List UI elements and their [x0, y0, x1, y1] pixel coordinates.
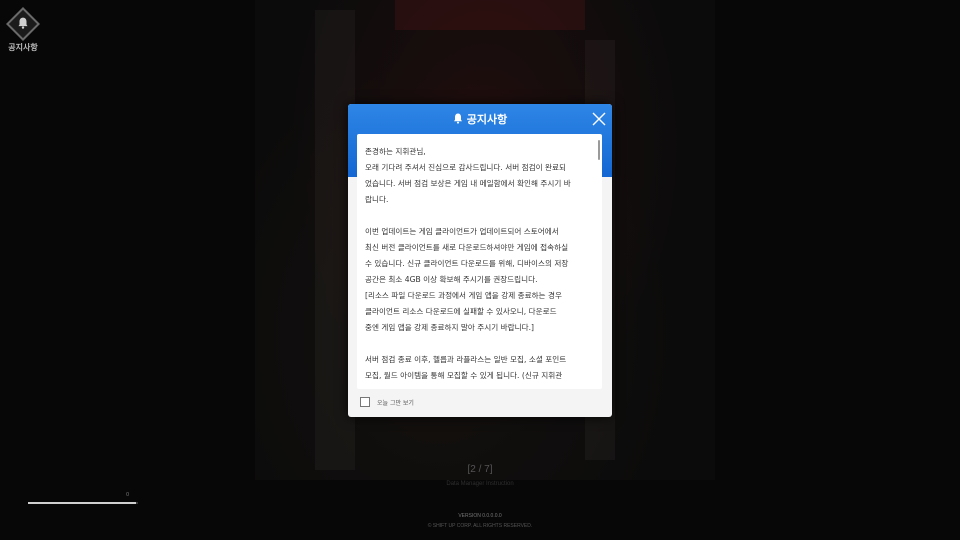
notice-text: 존경하는 지휘관님, 오래 기다려 주셔서 진심으로 감사드립니다. 서버 점검이… [365, 144, 593, 386]
notice-line: 중엔 게임 앱을 강제 종료하지 말아 주시기 바랍니다.] [365, 323, 534, 332]
dialog-title: 공지사항 [348, 104, 612, 133]
notice-line: 수 있습니다. 신규 클라이언트 다운로드를 위해, 디바이스의 저장 [365, 259, 569, 268]
notice-shortcut-label: 공지사항 [8, 43, 38, 52]
dont-show-today-checkbox[interactable] [360, 397, 370, 407]
notice-line: 오래 기다려 주셔서 진심으로 감사드립니다. 서버 점검이 완료되 [365, 163, 566, 172]
page-indicator: [2 / 7] [467, 464, 493, 475]
copyright-text: © SHIFT UP CORP. ALL RIGHTS RESERVED. [427, 523, 533, 529]
notice-line: 이번 업데이트는 게임 클라이언트가 업데이트되어 스토어에서 [365, 227, 559, 236]
notice-line: 최신 버전 클라이언트를 새로 다운로드하셔야만 게임에 접속하실 [365, 243, 569, 252]
loading-progress-value: 0 [126, 492, 130, 498]
loading-progress-bar [28, 502, 138, 504]
notice-content[interactable]: 존경하는 지휘관님, 오래 기다려 주셔서 진심으로 감사드립니다. 서버 점검이… [357, 134, 602, 389]
bell-icon [6, 7, 40, 41]
page-subtitle: Data Manager Instruction [446, 481, 514, 487]
notice-line: 랍니다. [365, 195, 389, 204]
notice-line: 었습니다. 서버 점검 보상은 게임 내 메일함에서 확인해 주시기 바 [365, 179, 571, 188]
notice-line: 클라이언트 리소스 다운로드에 실패할 수 있사오니, 다운로드 [365, 307, 557, 316]
notice-line: 존경하는 지휘관님, [365, 147, 426, 156]
notice-line: 서버 점검 종료 이후, 헬릅과 라플라스는 일반 모집, 소셜 포인트 [365, 355, 567, 364]
notice-shortcut-button[interactable]: 공지사항 [6, 7, 40, 53]
notice-line: [리소스 파일 다운로드 과정에서 게임 앱을 강제 종료하는 경우 [365, 291, 562, 300]
version-text: VERSION 0.0.0.0.0 [458, 513, 502, 519]
dont-show-today[interactable]: 오늘 그만 보기 [360, 397, 414, 407]
bell-icon [453, 113, 463, 124]
notice-dialog: 공지사항 존경하는 지휘관님, 오래 기다려 주셔서 진심으로 감사드립니다. 서… [348, 104, 612, 417]
notice-line: 모집, 월드 아이템을 통해 모집할 수 있게 됩니다. (신규 지휘관 [365, 371, 563, 380]
close-icon[interactable] [592, 111, 606, 126]
loading-progress-fill [28, 502, 136, 504]
notice-line: 공간은 최소 4GB 이상 확보해 주시기를 권장드립니다. [365, 275, 538, 284]
dialog-title-text: 공지사항 [466, 113, 508, 126]
scrollbar[interactable] [598, 140, 600, 160]
dont-show-today-label: 오늘 그만 보기 [377, 399, 414, 407]
